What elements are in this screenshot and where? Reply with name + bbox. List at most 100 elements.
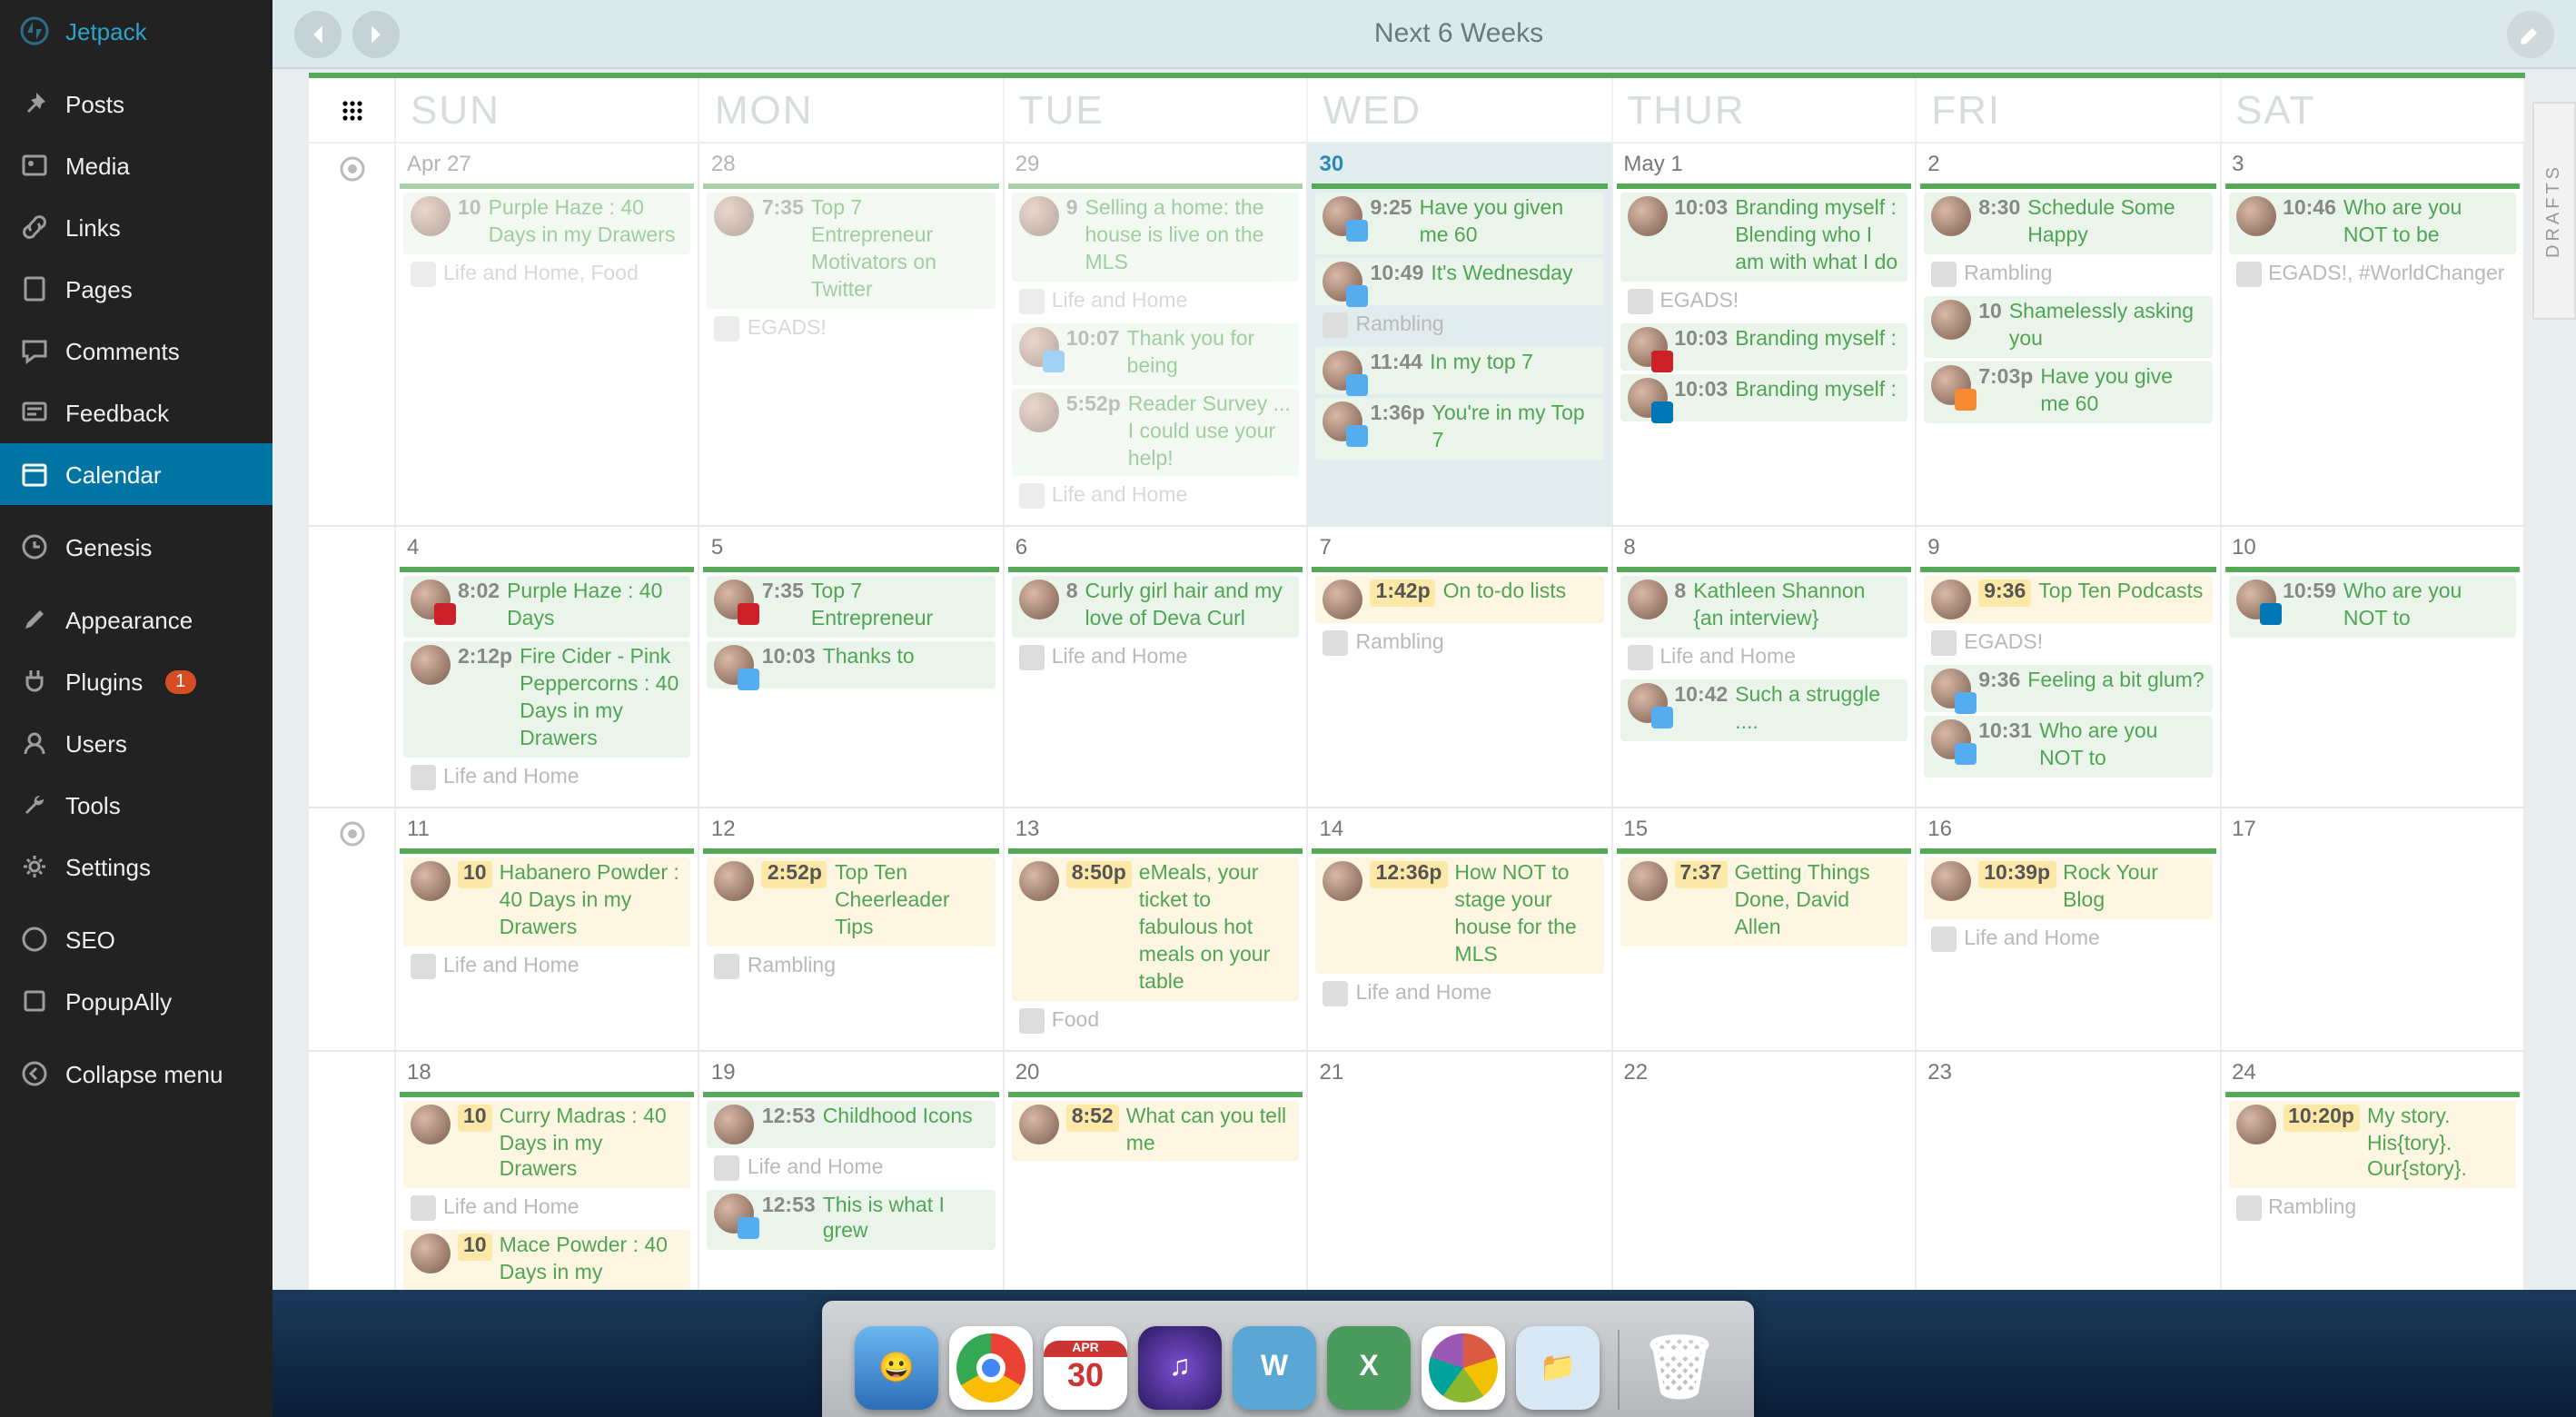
calendar-cell[interactable]: 1412:36pHow NOT to stage your house for … [1309,808,1613,1049]
sidebar-item-seo[interactable]: SEO [0,908,272,970]
calendar-cell[interactable]: 1810Curry Madras : 40 Days in my Drawers… [396,1051,700,1290]
calendar-event[interactable]: 11:44In my top 7 [1316,347,1604,394]
calendar-event[interactable]: 12:53This is what I grew [708,1189,996,1251]
calendar-cell[interactable]: 1010:59Who are you NOT to [2221,528,2525,807]
calendar-event[interactable]: 10Mace Powder : 40 Days in my Drawers [403,1231,691,1290]
calendar-event[interactable]: 7:35Top 7 Entrepreneur Motivators on Twi… [708,193,996,309]
calendar-event[interactable]: 7:37Getting Things Done, David Allen [1620,857,1907,946]
sidebar-item-appearance[interactable]: Appearance [0,589,272,650]
sidebar-item-calendar[interactable]: Calendar [0,443,272,505]
calendar-cell[interactable]: Apr 2710Purple Haze : 40 Days in my Draw… [396,144,700,526]
calendar-event[interactable]: 10:20pMy story. His{tory}. Our{story}. [2228,1100,2516,1189]
calendar-cell[interactable]: 57:35Top 7 Entrepreneur10:03Thanks to [700,528,1005,807]
dock-app-chrome[interactable] [949,1326,1033,1410]
calendar-cell[interactable]: 2410:20pMy story. His{tory}. Our{story}.… [2221,1051,2525,1290]
calendar-event[interactable]: 10Curry Madras : 40 Days in my Drawers [403,1100,691,1189]
calendar-cell[interactable]: 71:42pOn to-do listsRambling [1309,528,1613,807]
calendar-cell[interactable]: 1912:53Childhood IconsLife and Home12:53… [700,1051,1005,1290]
calendar-cell[interactable]: 310:46Who are you NOT to beEGADS!, #Worl… [2221,144,2525,526]
calendar-event[interactable]: 2:12pFire Cider - Pink Peppercorns : 40 … [403,642,691,758]
sidebar-item-popupally[interactable]: PopupAlly [0,970,272,1032]
calendar-event[interactable]: 10:03Branding myself : Blending who I am… [1620,193,1907,282]
calendar-event[interactable]: 10:03Branding myself : [1620,323,1907,371]
calendar-event[interactable]: 10:42Such a struggle .... [1620,679,1907,741]
calendar-event[interactable]: 10:03Branding myself : [1620,374,1907,421]
calendar-event[interactable]: 10:07Thank you for being [1012,323,1300,385]
calendar-cell[interactable]: 309:25Have you given me 6010:49It's Wedn… [1309,144,1613,526]
calendar-event[interactable]: 8Curly girl hair and my love of Deva Cur… [1012,577,1300,639]
calendar-cell[interactable]: 22 [1612,1051,1917,1290]
dock-app-finder[interactable]: 😀 [855,1326,938,1410]
calendar-event[interactable]: 9:36Feeling a bit glum? [1924,666,2212,713]
dock-app-picasa[interactable] [1422,1326,1505,1410]
sidebar-item-feedback[interactable]: Feedback [0,382,272,443]
sidebar-item-comments[interactable]: Comments [0,320,272,382]
calendar-cell[interactable]: 21 [1309,1051,1613,1290]
calendar-cell[interactable]: 23 [1917,1051,2221,1290]
dock-app-word[interactable]: W [1233,1326,1316,1410]
calendar-cell[interactable]: 17 [2221,808,2525,1049]
calendar-cell[interactable]: May 110:03Branding myself : Blending who… [1612,144,1917,526]
calendar-event[interactable]: 10:39pRock Your Blog [1924,857,2212,919]
calendar-cell[interactable]: 68Curly girl hair and my love of Deva Cu… [1005,528,1309,807]
next-button[interactable] [352,10,400,57]
calendar-event[interactable]: 8:30Schedule Some Happy [1924,193,2212,254]
calendar-event[interactable]: 5:52pReader Survey ... I could use your … [1012,388,1300,477]
calendar-event[interactable]: 2:52pTop Ten Cheerleader Tips [708,857,996,946]
calendar-event[interactable]: 7:35Top 7 Entrepreneur [708,577,996,639]
calendar-event[interactable]: 10Habanero Powder : 40 Days in my Drawer… [403,857,691,946]
sidebar-item-pages[interactable]: Pages [0,258,272,320]
calendar-cell[interactable]: 208:52What can you tell me [1005,1051,1309,1290]
dock-app-amazon[interactable]: 📁 [1516,1326,1600,1410]
sidebar-item-collapse-menu[interactable]: Collapse menu [0,1043,272,1105]
calendar-event[interactable]: 12:53Childhood Icons [708,1100,996,1147]
calendar-event[interactable]: 10Purple Haze : 40 Days in my Drawers [403,193,691,254]
calendar-cell[interactable]: 48:02Purple Haze : 40 Days2:12pFire Cide… [396,528,700,807]
sidebar-item-tools[interactable]: Tools [0,774,272,836]
calendar-cell[interactable]: 88Kathleen Shannon {an interview}Life an… [1612,528,1917,807]
calendar-event[interactable]: 8Kathleen Shannon {an interview} [1620,577,1907,639]
calendar-event[interactable]: 9:25Have you given me 60 [1316,193,1604,254]
calendar-event[interactable]: 10Shamelessly asking you [1924,296,2212,358]
calendar-event[interactable]: 10:31Who are you NOT to [1924,717,2212,778]
calendar-event[interactable]: 10:49It's Wednesday [1316,258,1604,305]
calendar-cell[interactable]: 122:52pTop Ten Cheerleader TipsRambling [700,808,1005,1049]
dock-app-ical[interactable]: APR30 [1044,1326,1127,1410]
sidebar-item-plugins[interactable]: Plugins1 [0,650,272,712]
sidebar-item-genesis[interactable]: Genesis [0,516,272,578]
radio-icon[interactable] [337,819,366,848]
radio-icon[interactable] [337,154,366,183]
calendar-event[interactable]: 8:52What can you tell me [1012,1100,1300,1162]
sidebar-item-settings[interactable]: Settings [0,836,272,897]
calendar-event[interactable]: 1:36pYou're in my Top 7 [1316,398,1604,460]
sidebar-item-links[interactable]: Links [0,196,272,258]
dock-app-trash[interactable]: 🗑 [1638,1326,1721,1410]
calendar-event[interactable]: 9:36Top Ten Podcasts [1924,577,2212,624]
dock-app-itunes[interactable]: ♫ [1138,1326,1222,1410]
calendar-cell[interactable]: 28:30Schedule Some HappyRambling10Shamel… [1917,144,2221,526]
calendar-cell[interactable]: 1610:39pRock Your BlogLife and Home [1917,808,2221,1049]
calendar-cell[interactable]: 287:35Top 7 Entrepreneur Motivators on T… [700,144,1005,526]
calendar-event[interactable]: 10:59Who are you NOT to [2228,577,2516,639]
calendar-event[interactable]: 9Selling a home: the house is live on th… [1012,193,1300,282]
sidebar-item-jetpack[interactable]: Jetpack [0,0,272,62]
calendar-cell[interactable]: 1110Habanero Powder : 40 Days in my Draw… [396,808,700,1049]
calendar-cell[interactable]: 299Selling a home: the house is live on … [1005,144,1309,526]
calendar-event[interactable]: 7:03pHave you give me 60 [1924,361,2212,422]
calendar-event[interactable]: 8:02Purple Haze : 40 Days [403,577,691,639]
calendar-event[interactable]: 12:36pHow NOT to stage your house for th… [1316,857,1604,974]
sidebar-item-media[interactable]: Media [0,134,272,196]
drafts-tab[interactable]: DRAFTS [2532,102,2576,320]
dock-app-excel[interactable]: X [1327,1326,1411,1410]
calendar-event[interactable]: 10:46Who are you NOT to be [2228,193,2516,254]
calendar-cell[interactable]: 99:36Top Ten PodcastsEGADS!9:36Feeling a… [1917,528,2221,807]
edit-button[interactable] [2507,10,2554,57]
sidebar-item-users[interactable]: Users [0,712,272,774]
calendar-cell[interactable]: 138:50peMeals, your ticket to fabulous h… [1005,808,1309,1049]
prev-button[interactable] [294,10,342,57]
grid-icon[interactable] [309,78,396,142]
calendar-event[interactable]: 1:42pOn to-do lists [1316,577,1604,624]
calendar-cell[interactable]: 157:37Getting Things Done, David Allen [1612,808,1917,1049]
calendar-event[interactable]: 8:50peMeals, your ticket to fabulous hot… [1012,857,1300,1000]
sidebar-item-posts[interactable]: Posts [0,73,272,134]
